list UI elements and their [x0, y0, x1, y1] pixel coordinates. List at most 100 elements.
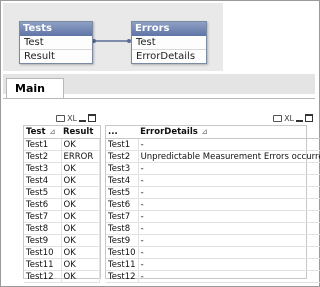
table-cell[interactable]: OK: [61, 234, 100, 247]
table-row[interactable]: Test6-: [106, 198, 320, 211]
table-cell[interactable]: OK: [61, 198, 100, 211]
table-cell[interactable]: OK: [61, 210, 100, 223]
table-cell[interactable]: -: [138, 246, 320, 259]
table-cell[interactable]: -: [138, 186, 320, 199]
sort-icon: ⊿: [49, 128, 56, 136]
table-cell[interactable]: Test8: [106, 222, 139, 235]
column-header-test-abbrev[interactable]: ...: [106, 126, 139, 139]
table-cell[interactable]: Test12: [24, 270, 62, 283]
table-row[interactable]: Test2 ERROR: [24, 150, 100, 163]
table-cell[interactable]: -: [138, 138, 320, 151]
table-row[interactable]: Test7-: [106, 210, 320, 223]
table-cell[interactable]: Test3: [24, 162, 62, 175]
table-cell[interactable]: Test3: [106, 162, 139, 175]
table-row[interactable]: Test9 OK: [24, 234, 100, 247]
table-cell[interactable]: Test6: [24, 198, 62, 211]
minimize-icon[interactable]: [79, 119, 86, 122]
table-row[interactable]: Test12-: [106, 270, 320, 283]
table-cell[interactable]: ERROR: [61, 150, 100, 163]
table-row[interactable]: Test5-: [106, 186, 320, 199]
print-icon[interactable]: [273, 114, 283, 122]
table-cell[interactable]: Test9: [24, 234, 62, 247]
table-cell[interactable]: Test10: [106, 246, 139, 259]
table-cell[interactable]: Test1: [24, 138, 62, 151]
tab-main[interactable]: Main: [6, 78, 64, 98]
table-row[interactable]: Test9-: [106, 234, 320, 247]
table-cell[interactable]: Test12: [106, 270, 139, 283]
maximize-icon[interactable]: [88, 114, 96, 122]
table-row[interactable]: Test1 OK: [24, 138, 100, 151]
table-cell[interactable]: OK: [61, 138, 100, 151]
right-table-caption: XL: [255, 112, 313, 124]
table-cell[interactable]: -: [138, 210, 320, 223]
table-row[interactable]: Test3-: [106, 162, 320, 175]
table-cell[interactable]: -: [138, 270, 320, 283]
tests-table-title: Tests: [20, 22, 92, 36]
table-cell[interactable]: Test9: [106, 234, 139, 247]
table-cell[interactable]: OK: [61, 258, 100, 271]
table-row[interactable]: Test2 Unpredictable Measurement Errors oc…: [106, 150, 320, 163]
print-icon[interactable]: [56, 114, 66, 122]
maximize-icon[interactable]: [305, 114, 313, 122]
errors-table: ... ErrorDetails ⊿ Test1- Test2 Unpredictab…: [106, 126, 320, 283]
table-cell[interactable]: Test11: [24, 258, 62, 271]
excel-icon[interactable]: XL: [284, 114, 294, 123]
table-row[interactable]: Test10-: [106, 246, 320, 259]
table-cell[interactable]: -: [138, 258, 320, 271]
table-cell[interactable]: Test2: [106, 150, 139, 163]
table-cell[interactable]: OK: [61, 162, 100, 175]
table-row[interactable]: Test1-: [106, 138, 320, 151]
table-cell[interactable]: Test8: [24, 222, 62, 235]
table-cell[interactable]: OK: [61, 246, 100, 259]
table-row[interactable]: Test6 OK: [24, 198, 100, 211]
table-cell[interactable]: -: [138, 234, 320, 247]
table-row[interactable]: Test8 OK: [24, 222, 100, 235]
table-cell[interactable]: Test7: [106, 210, 139, 223]
table-cell[interactable]: -: [138, 162, 320, 175]
table-viewer-area: Tests Test Result Errors Test ErrorDetai…: [3, 3, 223, 71]
table-cell[interactable]: Test7: [24, 210, 62, 223]
table-row[interactable]: Test8-: [106, 222, 320, 235]
errors-table-box[interactable]: Errors Test ErrorDetails: [131, 21, 207, 64]
left-table-caption: XL: [31, 112, 96, 124]
table-cell[interactable]: OK: [61, 222, 100, 235]
table-cell[interactable]: Test1: [106, 138, 139, 151]
table-cell[interactable]: OK: [61, 174, 100, 187]
table-row[interactable]: Test10 OK: [24, 246, 100, 259]
table-cell[interactable]: Test5: [24, 186, 62, 199]
table-row[interactable]: Test5 OK: [24, 186, 100, 199]
table-cell[interactable]: Test10: [24, 246, 62, 259]
table-cell[interactable]: -: [138, 222, 320, 235]
table-cell[interactable]: Test4: [106, 174, 139, 187]
table-cell[interactable]: -: [138, 174, 320, 187]
minimize-icon[interactable]: [296, 119, 303, 122]
table-cell[interactable]: OK: [61, 270, 100, 283]
table-row[interactable]: Test11 OK: [24, 258, 100, 271]
errors-field-test: Test: [132, 36, 206, 50]
table-row[interactable]: Test11-: [106, 258, 320, 271]
column-header-errordetails[interactable]: ErrorDetails ⊿: [138, 126, 320, 139]
sort-icon: ⊿: [201, 128, 208, 136]
table-cell[interactable]: -: [138, 198, 320, 211]
excel-icon[interactable]: XL: [67, 114, 77, 123]
table-cell[interactable]: OK: [61, 186, 100, 199]
table-cell[interactable]: Test2: [24, 150, 62, 163]
tests-field-test: Test: [20, 36, 92, 50]
table-cell[interactable]: Test4: [24, 174, 62, 187]
tests-table-box[interactable]: Tests Test Result: [19, 21, 93, 64]
table-cell[interactable]: Unpredictable Measurement Errors occurre…: [138, 150, 320, 163]
column-header-result[interactable]: Result: [61, 126, 100, 139]
tests-field-result: Result: [20, 50, 92, 63]
column-header-test[interactable]: Test ⊿: [24, 126, 61, 139]
left-table-box: Test ⊿ Result Test1 OK Test2 ERROR Test3 OK Tes…: [23, 125, 101, 283]
table-row[interactable]: Test4 OK: [24, 174, 100, 187]
table-cell[interactable]: Test6: [106, 198, 139, 211]
tests-table: Test ⊿ Result Test1 OK Test2 ERROR Test3 OK Tes…: [24, 126, 100, 283]
table-row[interactable]: Test3 OK: [24, 162, 100, 175]
table-row[interactable]: Test4-: [106, 174, 320, 187]
table-row[interactable]: Test12 OK: [24, 270, 100, 283]
table-cell[interactable]: Test11: [106, 258, 139, 271]
table-row[interactable]: Test7 OK: [24, 210, 100, 223]
errors-field-errordetails: ErrorDetails: [132, 50, 206, 63]
table-cell[interactable]: Test5: [106, 186, 139, 199]
